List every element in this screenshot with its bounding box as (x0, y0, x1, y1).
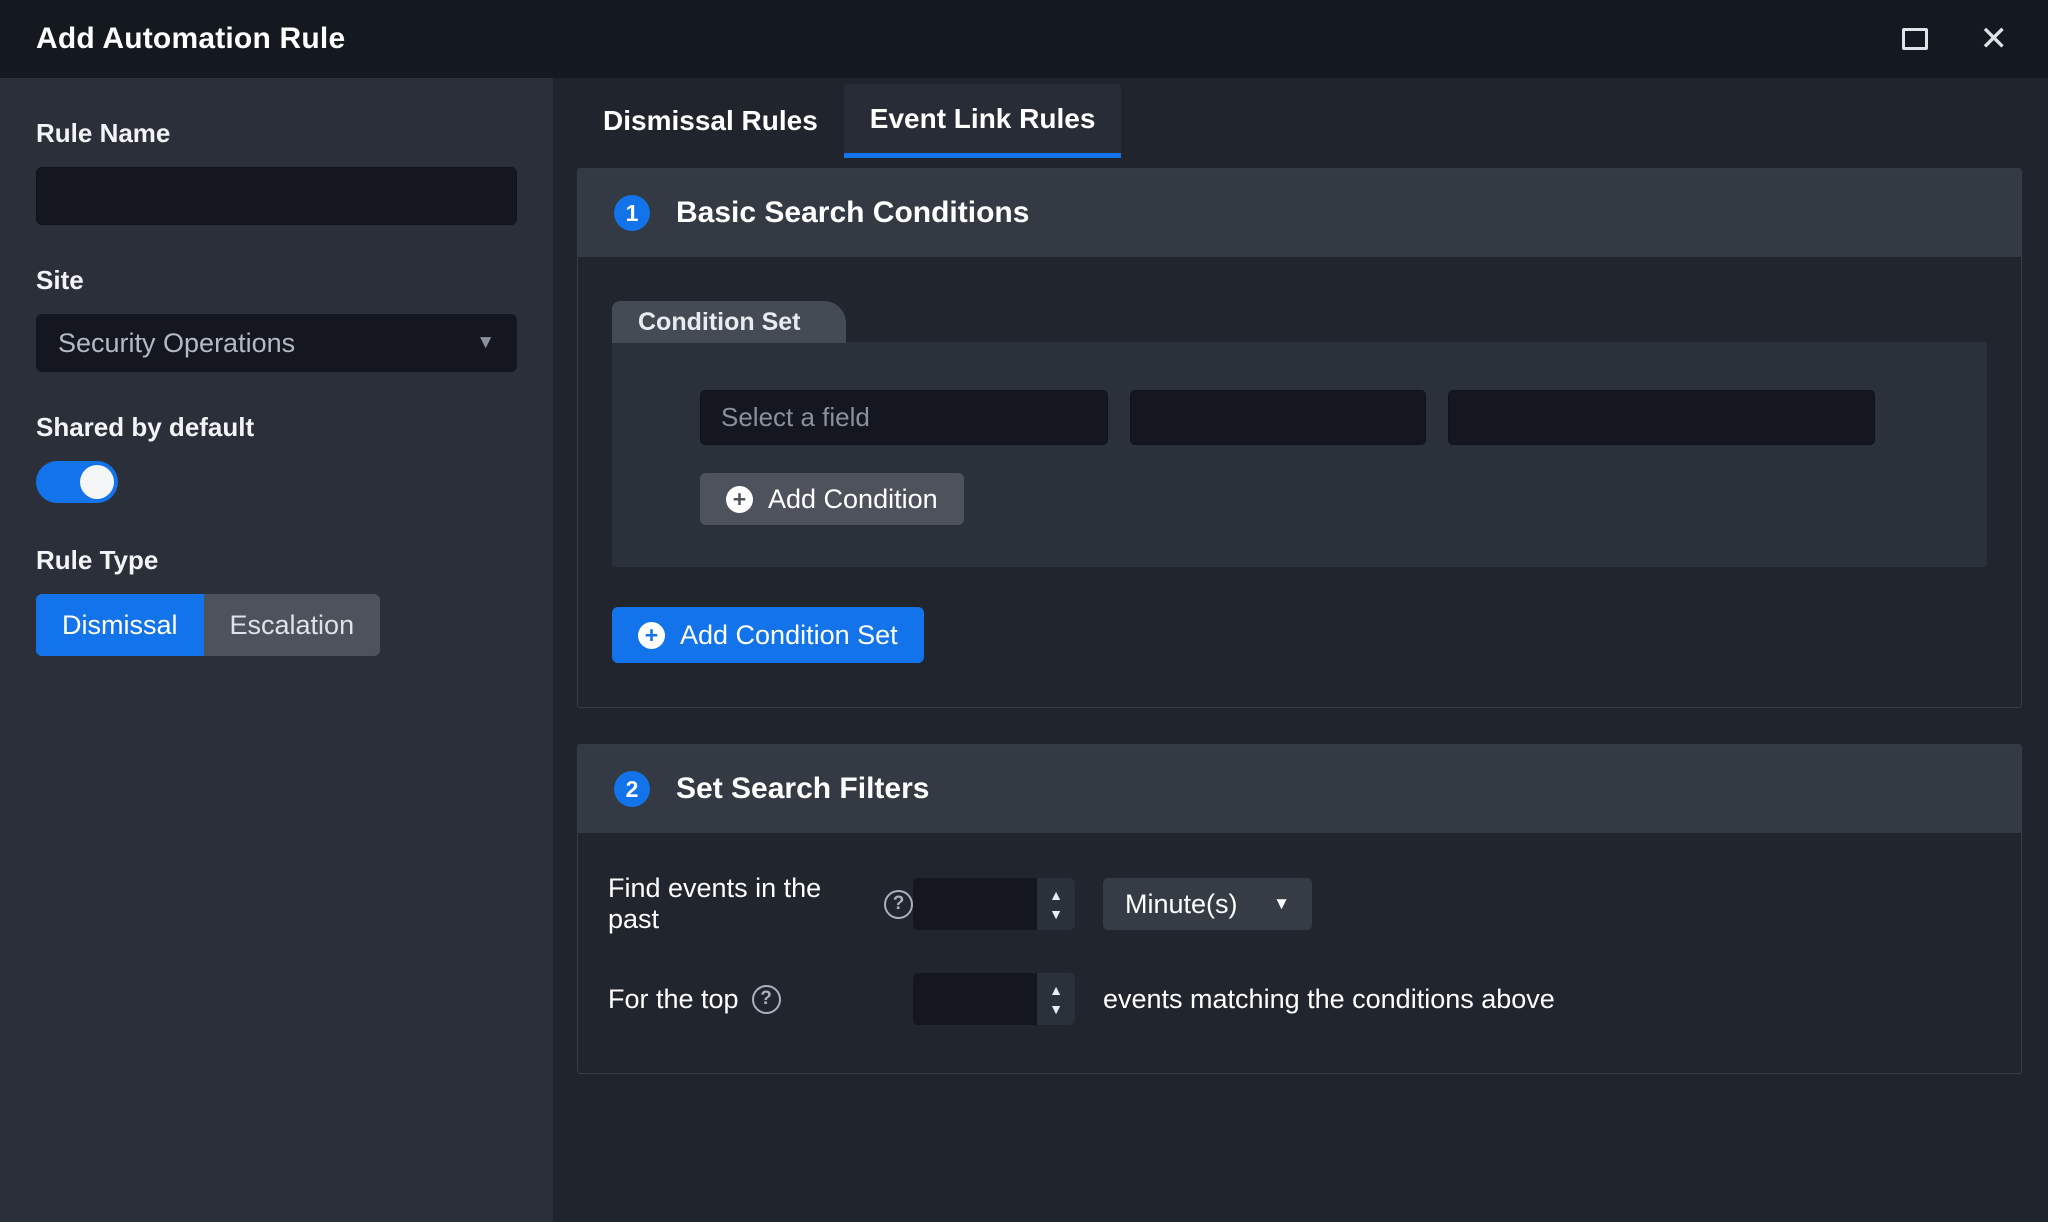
rule-type-label: Rule Type (36, 545, 517, 576)
window-controls: ✕ (1902, 22, 2009, 56)
step-2-badge: 2 (614, 771, 650, 807)
condition-set-body: + Add Condition (612, 342, 1987, 567)
set-search-filters-panel: 2 Set Search Filters Find events in the … (577, 744, 2022, 1074)
top-events-stepper: ▲ ▼ (913, 973, 1075, 1025)
basic-search-conditions-panel: 1 Basic Search Conditions Condition Set … (577, 168, 2022, 708)
arrow-up-icon: ▲ (1049, 888, 1063, 902)
window-content: Rule Name Site Security Operations ▼ Sha… (0, 78, 2048, 1222)
maximize-icon[interactable] (1902, 28, 1928, 50)
site-label: Site (36, 265, 517, 296)
condition-set: Condition Set + Add Condition (612, 301, 1987, 567)
tab-bar: Dismissal Rules Event Link Rules (577, 84, 2022, 158)
shared-by-default-toggle[interactable] (36, 461, 118, 503)
toggle-knob (80, 465, 114, 499)
time-unit-select[interactable]: Minute(s) ▼ (1103, 878, 1312, 930)
arrow-down-icon: ▼ (1049, 907, 1063, 921)
time-unit-value: Minute(s) (1125, 889, 1238, 920)
close-icon[interactable]: ✕ (1980, 22, 2009, 56)
rule-name-label: Rule Name (36, 118, 517, 149)
titlebar: Add Automation Rule ✕ (0, 0, 2048, 78)
rule-name-input[interactable] (36, 167, 517, 225)
find-events-label: Find events in the past (608, 873, 871, 935)
for-the-top-label-group: For the top ? (608, 984, 913, 1015)
help-icon[interactable]: ? (752, 985, 781, 1014)
set-search-filters-body: Find events in the past ? ▲ ▼ Minute(s) … (578, 833, 2021, 1073)
basic-search-conditions-title: Basic Search Conditions (676, 196, 1029, 230)
help-icon[interactable]: ? (884, 890, 913, 919)
find-events-row: Find events in the past ? ▲ ▼ Minute(s) … (608, 873, 1987, 935)
chevron-down-icon: ▼ (476, 332, 495, 354)
condition-field-select[interactable] (700, 390, 1108, 445)
arrow-up-icon: ▲ (1049, 983, 1063, 997)
set-search-filters-header: 2 Set Search Filters (578, 745, 2021, 833)
past-amount-stepper: ▲ ▼ (913, 878, 1075, 930)
rule-type-option-escalation[interactable]: Escalation (204, 594, 381, 656)
plus-icon: + (726, 486, 753, 513)
main-content: Dismissal Rules Event Link Rules 1 Basic… (553, 78, 2048, 1222)
stepper-arrows[interactable]: ▲ ▼ (1037, 878, 1075, 930)
add-condition-label: Add Condition (768, 484, 938, 515)
stepper-arrows[interactable]: ▲ ▼ (1037, 973, 1075, 1025)
rule-type-option-dismissal[interactable]: Dismissal (36, 594, 204, 656)
top-events-input[interactable] (913, 973, 1037, 1025)
condition-inputs-row (700, 390, 1953, 445)
arrow-down-icon: ▼ (1049, 1002, 1063, 1016)
rule-type-segmented-control: Dismissal Escalation (36, 594, 380, 656)
basic-search-conditions-body: Condition Set + Add Condition (578, 257, 2021, 707)
add-condition-button[interactable]: + Add Condition (700, 473, 964, 525)
for-the-top-label: For the top (608, 984, 739, 1015)
sidebar: Rule Name Site Security Operations ▼ Sha… (0, 78, 553, 1222)
condition-value-input[interactable] (1448, 390, 1875, 445)
chevron-down-icon: ▼ (1273, 894, 1290, 914)
basic-search-conditions-header: 1 Basic Search Conditions (578, 169, 2021, 257)
window-title: Add Automation Rule (36, 22, 345, 56)
past-amount-input[interactable] (913, 878, 1037, 930)
add-condition-set-label: Add Condition Set (680, 620, 898, 651)
shared-by-default-label: Shared by default (36, 412, 517, 443)
tab-event-link-rules[interactable]: Event Link Rules (844, 84, 1122, 158)
find-events-label-group: Find events in the past ? (608, 873, 913, 935)
site-select-value: Security Operations (58, 328, 295, 359)
condition-operator-input[interactable] (1130, 390, 1426, 445)
maximize-square-icon (1902, 28, 1928, 50)
add-condition-set-button[interactable]: + Add Condition Set (612, 607, 924, 663)
plus-icon: + (638, 622, 665, 649)
condition-set-label: Condition Set (612, 301, 846, 343)
site-select[interactable]: Security Operations ▼ (36, 314, 517, 372)
set-search-filters-title: Set Search Filters (676, 772, 929, 806)
top-events-suffix: events matching the conditions above (1103, 984, 1555, 1015)
step-1-badge: 1 (614, 195, 650, 231)
for-the-top-row: For the top ? ▲ ▼ events matching the co… (608, 973, 1987, 1025)
tab-dismissal-rules[interactable]: Dismissal Rules (577, 84, 844, 158)
